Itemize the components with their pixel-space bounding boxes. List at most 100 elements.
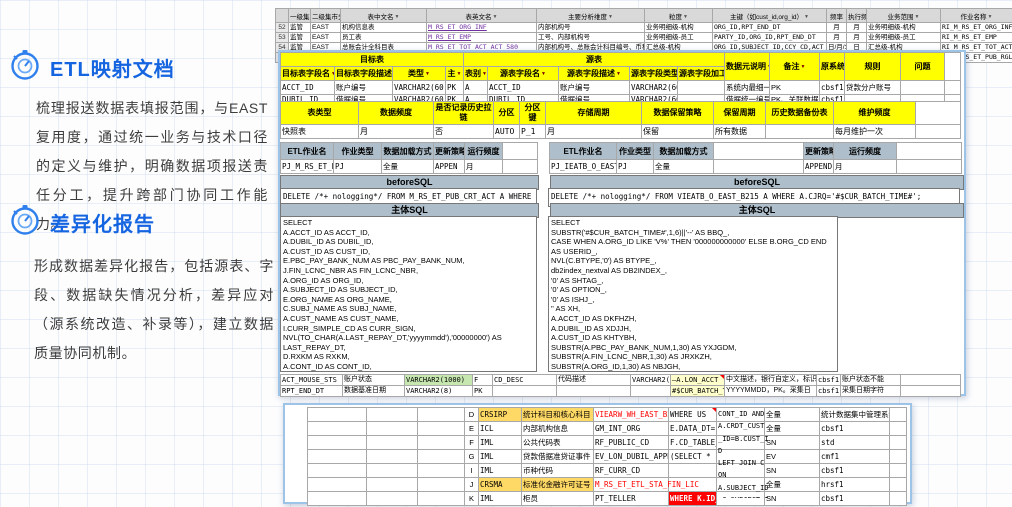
column-header: 主 bbox=[448, 69, 456, 78]
source-table-cn-name: 标准化金融许可证号 bbox=[522, 478, 594, 492]
section-body: 形成数据差异化报告，包括源表、字段、数据缺失情况分析，差异应对（源系统改造、补录… bbox=[34, 252, 274, 368]
column-header: 执行频率 bbox=[848, 14, 867, 21]
sql-line: db2index_nextval AS DB2INDEX_, bbox=[551, 266, 835, 276]
group-header-row: 目标表 源表 数据元说明▼ 备注▼ 原系统▼ 规则 问题 bbox=[281, 53, 961, 67]
sql-fragment: F.CD_TABLE_ bbox=[669, 436, 717, 450]
filter-dropdown-icon[interactable]: ▼ bbox=[804, 14, 809, 20]
column-header: 粒度 bbox=[669, 14, 682, 21]
sql-line: D bbox=[718, 445, 778, 457]
column-header: 更新策略 bbox=[804, 143, 834, 160]
column-header: 主要分析维度 bbox=[568, 14, 607, 21]
sql-line: A.SUBJECT_ID bbox=[718, 482, 778, 494]
column-header: ETL作业名 bbox=[550, 143, 617, 160]
row-number: 53 bbox=[276, 33, 289, 43]
sql-line: NVL(C.BTYPE,'0') AS BTYPE_, bbox=[551, 256, 835, 266]
sql-line: C.SUBJ_NAME AS SUBJ_NAME, bbox=[283, 304, 534, 314]
mapping-row: ACT_MOUSE_STS 账户状态 VARCHAR2(1000) F CD_D… bbox=[281, 375, 961, 386]
filter-dropdown-icon[interactable]: ▼ bbox=[616, 71, 621, 77]
origin-system: cbsf1 bbox=[820, 422, 890, 436]
column-header: 源表字段加工 bbox=[679, 69, 725, 78]
source-system-code: IML bbox=[479, 450, 522, 464]
table-name-link[interactable]: M_RS_ET_EMP bbox=[427, 33, 537, 43]
sql-line: E.PBC_PAY_BANK_NUM AS PBC_PAY_BANK_NUM, bbox=[283, 256, 534, 266]
column-header: 业务范围 bbox=[888, 14, 914, 21]
slide-canvas: ETL映射文档 梳理报送数据表填报范围，与EAST复用度，通过统一业务与技术口径… bbox=[0, 0, 1012, 507]
column-header: 分区键 bbox=[520, 102, 546, 125]
column-header: 分区 bbox=[494, 102, 520, 125]
source-table-cn-name: 柜员 bbox=[522, 492, 594, 506]
filter-dropdown-icon[interactable]: ▼ bbox=[457, 71, 462, 77]
sql-fragment: E.DATA_DT= bbox=[669, 422, 717, 436]
sql-line: D.RXKM AS RXKM, bbox=[283, 352, 534, 362]
sql-line: SUBSTR(A.PBC_PAY_BANK_NUM,1,30) AS YXJGD… bbox=[551, 343, 835, 353]
filter-dropdown-icon[interactable]: ▼ bbox=[915, 14, 920, 20]
sql-line: LAST_REPAY_DT, bbox=[283, 343, 534, 353]
source-tables-table: D CRSIRP 统计科目和核心科目 VIEARW_WH_EAST_B2 WHE… bbox=[307, 407, 907, 506]
source-table-en-name: VIEARW_WH_EAST_B2 bbox=[594, 408, 669, 422]
sql-line: SELECT bbox=[283, 218, 534, 228]
section-title: ETL映射文档 bbox=[50, 53, 175, 82]
column-header: 源表字段类型 bbox=[631, 69, 678, 78]
sql-fragment bbox=[669, 464, 717, 478]
sql-line: J.FIN_LCNC_NBR AS FIN_LCNC_NBR, bbox=[283, 266, 534, 276]
filter-dropdown-icon[interactable]: ▼ bbox=[493, 14, 498, 20]
filter-dropdown-icon[interactable]: ▼ bbox=[482, 71, 487, 77]
column-header: 更新策略 bbox=[434, 143, 465, 160]
filter-dropdown-icon[interactable]: ▼ bbox=[395, 14, 400, 20]
column-header: 数据元说明 bbox=[726, 62, 766, 71]
source-system-code: ICL bbox=[479, 422, 522, 436]
main-sql-body-right: SELECTSUBSTR('#$CUR_BATCH_TIME#',1,6)||'… bbox=[548, 216, 838, 372]
sql-line: A.CUST_NAME AS CUST_NAME, bbox=[283, 314, 534, 324]
sql-line: SUBSTR(A.ORG_ID,1,30) AS NBJGH, bbox=[551, 362, 835, 372]
section-diff-report: 差异化报告 bbox=[8, 203, 155, 242]
filter-dropdown-icon[interactable]: ▼ bbox=[425, 71, 430, 77]
alias-letter: F bbox=[465, 436, 479, 450]
sql-line: A.CUST_ID AS KHTYBH, bbox=[551, 333, 835, 343]
origin-system: cbsf1 bbox=[820, 492, 890, 506]
sql-line: A.CUST_ID AS CUST_ID, bbox=[283, 247, 534, 257]
filter-dropdown-icon[interactable]: ▼ bbox=[801, 64, 806, 70]
join-sql-overlay: CONT_ID ANDA.CRDT_CUST_ID=B.CUST_IDLEFT … bbox=[718, 408, 778, 498]
sql-line: A.DUBIL_ID AS DUBIL_ID, bbox=[283, 237, 534, 247]
sql-line: SELECT bbox=[551, 218, 835, 228]
sql-line: A.CONT_ID AS CONT_ID, bbox=[283, 362, 534, 372]
origin-system: cmf1 bbox=[820, 450, 890, 464]
column-header: 数据保留策略 bbox=[642, 102, 714, 125]
source-system-code: IML bbox=[479, 464, 522, 478]
column-header: 备注 bbox=[784, 62, 800, 71]
source-system-code: IML bbox=[479, 492, 522, 506]
column-header: ETL作业名 bbox=[281, 143, 334, 160]
alias-letter: G bbox=[465, 450, 479, 464]
sql-line: A.SUBJECT_ID AS MXKMBH, bbox=[551, 372, 835, 373]
source-table-cn-name: 统计科目和核心科目 bbox=[522, 408, 594, 422]
alias-letter: I bbox=[465, 464, 479, 478]
filter-dropdown-icon[interactable]: ▼ bbox=[988, 14, 993, 20]
column-header: 表中文名 bbox=[368, 14, 394, 21]
source-table-row: F IML 公共代码表 RF_PUBLIC_CD F.CD_TABLE_ SN … bbox=[308, 436, 907, 450]
source-table-cn-name: 币种代码 bbox=[522, 464, 594, 478]
mapping-document-window: 目标表 源表 数据元说明▼ 备注▼ 原系统▼ 规则 问题 目标表字段名▼ 目标表… bbox=[278, 50, 966, 396]
sql-line: SUBSTR(A.FIN_LCNC_NBR,1,30) AS JRXKZH, bbox=[551, 352, 835, 362]
filter-dropdown-icon[interactable]: ▼ bbox=[683, 14, 688, 20]
filter-dropdown-icon[interactable]: ▼ bbox=[541, 71, 546, 77]
main-sql-body-left: SELECTA.ACCT_ID AS ACCT_ID,A.DUBIL_ID AS… bbox=[280, 216, 537, 372]
column-header: 二级集市分类 bbox=[312, 14, 341, 21]
source-system-code: CRSMA bbox=[479, 478, 522, 492]
source-table-group-header: 源表 bbox=[464, 53, 725, 67]
column-header: 存储周期 bbox=[546, 102, 642, 125]
source-table-row: I IML 币种代码 RF_CURR_CD SN cbsf1 bbox=[308, 464, 907, 478]
sql-line: A.ACCT_ID AS ACCT_ID, bbox=[283, 228, 534, 238]
sql-line: E.ORG_NAME AS ORG_NAME, bbox=[283, 295, 534, 305]
etl-job-tables: ETL作业名 作业类型 数据加载方式 更新策略 运行频度 PJ_M_RS_ET_… bbox=[280, 142, 962, 174]
etl-job-table-left: ETL作业名 作业类型 数据加载方式 更新策略 运行频度 PJ_M_RS_ET_… bbox=[280, 142, 538, 174]
column-header: 数据加载方式 bbox=[654, 143, 714, 160]
table-name-link[interactable]: M_RS_ET_ORG_INF bbox=[427, 23, 537, 33]
filter-dropdown-icon[interactable]: ▼ bbox=[331, 71, 335, 77]
filter-dropdown-icon[interactable]: ▼ bbox=[608, 14, 613, 20]
source-table-en-name: PT_TELLER bbox=[594, 492, 669, 506]
column-header: 作业类型 bbox=[617, 143, 654, 160]
column-header: 历史数据备份表 bbox=[766, 102, 834, 125]
sql-line: CONT_ID AND bbox=[718, 408, 778, 420]
main-sql-bodies: SELECTA.ACCT_ID AS ACCT_ID,A.DUBIL_ID AS… bbox=[280, 216, 838, 372]
sql-line: ON bbox=[718, 469, 778, 481]
